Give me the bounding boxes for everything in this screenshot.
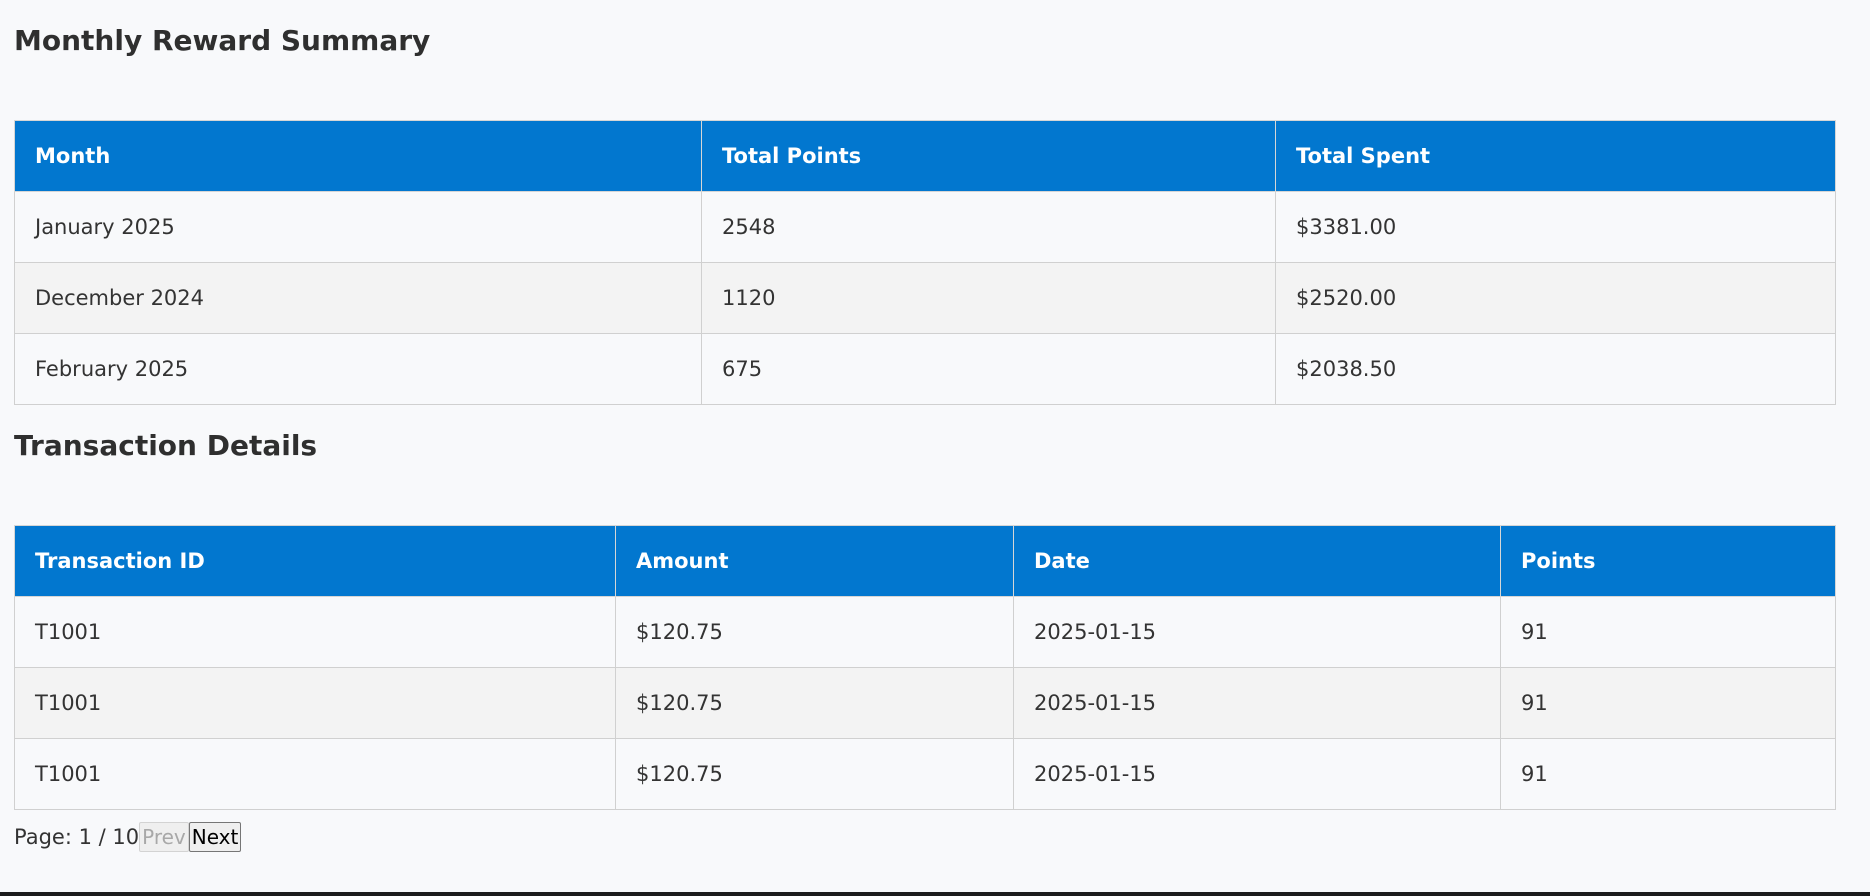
column-header-points: Points: [1500, 525, 1836, 597]
cell-points: 91: [1500, 667, 1836, 739]
column-header-amount: Amount: [615, 525, 1014, 597]
cell-amount: $120.75: [615, 596, 1014, 668]
column-header-transaction-id: Transaction ID: [14, 525, 616, 597]
prev-button[interactable]: Prev: [139, 822, 189, 852]
details-header-row: Transaction ID Amount Date Points: [14, 525, 1836, 597]
page-indicator: Page: 1 / 10: [14, 825, 140, 849]
transaction-table: Transaction ID Amount Date Points T1001 …: [14, 525, 1836, 810]
cell-total-spent: $2520.00: [1275, 262, 1836, 334]
cell-transaction-id: T1001: [14, 738, 616, 810]
table-row: T1001 $120.75 2025-01-15 91: [14, 596, 1836, 668]
cell-total-points: 2548: [701, 191, 1276, 263]
summary-table: Month Total Points Total Spent January 2…: [14, 120, 1836, 405]
cell-date: 2025-01-15: [1013, 738, 1501, 810]
cell-total-points: 675: [701, 333, 1276, 405]
pagination: Page: 1 / 10 Prev Next: [14, 822, 242, 852]
column-header-total-spent: Total Spent: [1275, 120, 1836, 192]
cell-points: 91: [1500, 738, 1836, 810]
cell-month: February 2025: [14, 333, 702, 405]
cell-amount: $120.75: [615, 667, 1014, 739]
cell-total-points: 1120: [701, 262, 1276, 334]
cell-total-spent: $2038.50: [1275, 333, 1836, 405]
column-header-month: Month: [14, 120, 702, 192]
details-title: Transaction Details: [14, 429, 318, 462]
cell-month: December 2024: [14, 262, 702, 334]
cell-month: January 2025: [14, 191, 702, 263]
cell-amount: $120.75: [615, 738, 1014, 810]
cell-points: 91: [1500, 596, 1836, 668]
cell-transaction-id: T1001: [14, 667, 616, 739]
cell-date: 2025-01-15: [1013, 596, 1501, 668]
table-row: February 2025 675 $2038.50: [14, 333, 1836, 405]
table-row: T1001 $120.75 2025-01-15 91: [14, 667, 1836, 739]
column-header-date: Date: [1013, 525, 1501, 597]
cell-total-spent: $3381.00: [1275, 191, 1836, 263]
summary-title: Monthly Reward Summary: [14, 24, 431, 57]
table-row: January 2025 2548 $3381.00: [14, 191, 1836, 263]
cell-transaction-id: T1001: [14, 596, 616, 668]
cell-date: 2025-01-15: [1013, 667, 1501, 739]
page: Monthly Reward Summary Month Total Point…: [0, 0, 1870, 896]
table-row: T1001 $120.75 2025-01-15 91: [14, 738, 1836, 810]
summary-header-row: Month Total Points Total Spent: [14, 120, 1836, 192]
column-header-total-points: Total Points: [701, 120, 1276, 192]
table-row: December 2024 1120 $2520.00: [14, 262, 1836, 334]
next-button[interactable]: Next: [188, 822, 242, 852]
